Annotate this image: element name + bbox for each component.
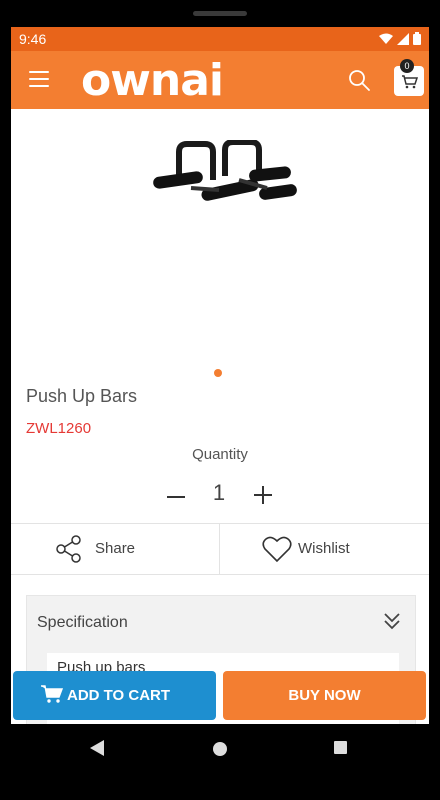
product-image[interactable] [139, 140, 301, 222]
app-bar: ownai 0 [11, 51, 429, 109]
menu-icon[interactable] [29, 71, 49, 87]
system-nav-bar [0, 724, 440, 774]
add-to-cart-button[interactable]: ADD TO CART [13, 671, 216, 720]
buy-now-button[interactable]: BUY NOW [223, 671, 426, 720]
quantity-label: Quantity [192, 446, 248, 463]
device-frame: 9:46 ownai 0 Push Up Bars ZWL1260 Quanti… [0, 0, 440, 800]
chevron-double-down-icon[interactable] [382, 611, 402, 631]
heart-icon [262, 536, 292, 563]
cart-count-badge: 0 [400, 59, 414, 73]
recent-apps-icon[interactable] [334, 741, 347, 754]
quantity-increment-button[interactable] [251, 480, 275, 510]
cart-icon [41, 685, 63, 703]
wifi-icon [379, 33, 393, 44]
logo: ownai [81, 55, 224, 106]
quantity-value: 1 [212, 480, 226, 505]
buy-now-label: BUY NOW [288, 687, 361, 704]
share-icon [56, 535, 81, 563]
status-icons [379, 32, 421, 45]
battery-icon [413, 32, 421, 45]
home-icon[interactable] [213, 742, 227, 756]
speaker-grille [193, 11, 247, 16]
share-label: Share [95, 540, 136, 557]
wishlist-label: Wishlist [298, 540, 350, 557]
product-name: Push Up Bars [26, 386, 138, 406]
image-pager-dot[interactable] [214, 369, 222, 377]
quantity-decrement-button[interactable] [164, 480, 188, 510]
wishlist-button[interactable]: Wishlist [220, 524, 429, 574]
back-icon[interactable] [89, 739, 105, 757]
share-button[interactable]: Share [11, 524, 219, 574]
status-bar: 9:46 [11, 27, 429, 51]
signal-icon [397, 32, 409, 45]
product-actions: Share Wishlist [11, 523, 429, 575]
product-code: ZWL1260 [26, 420, 92, 437]
search-icon[interactable] [347, 68, 371, 92]
app-screen: 9:46 ownai 0 Push Up Bars ZWL1260 Quanti… [11, 27, 429, 724]
specification-title: Specification [37, 614, 128, 631]
add-to-cart-label: ADD TO CART [67, 687, 171, 704]
status-time: 9:46 [19, 31, 47, 47]
